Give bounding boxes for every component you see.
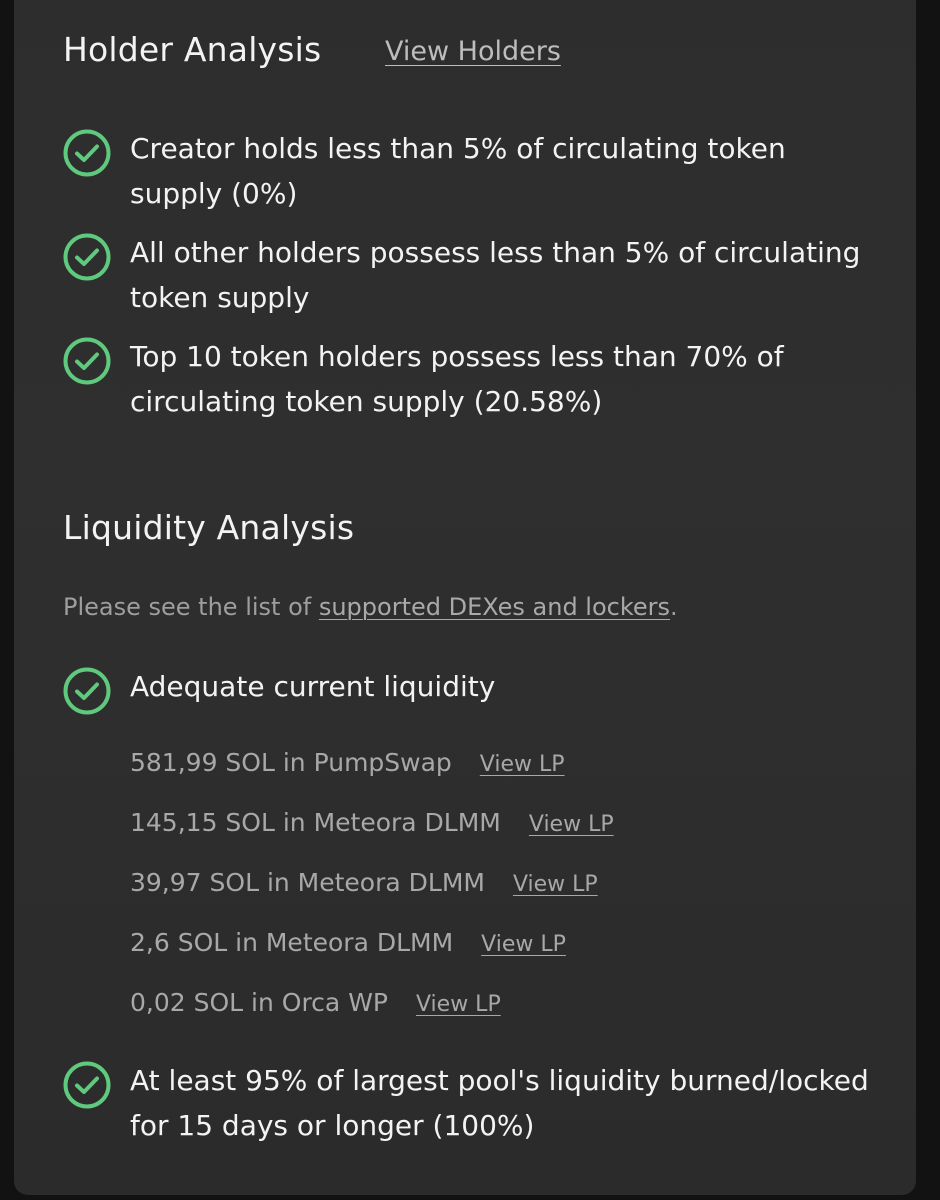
pool-text: 2,6 SOL in Meteora DLMM [130, 928, 454, 957]
check-text: At least 95% of largest pool's liquidity… [130, 1064, 869, 1142]
view-lp-link[interactable]: View LP [481, 932, 566, 957]
check-circle-icon [63, 1061, 111, 1109]
view-lp-link[interactable]: View LP [416, 992, 501, 1017]
check-circle-icon [63, 233, 111, 281]
holder-analysis-title: Holder Analysis [63, 30, 322, 69]
pool-text: 145,15 SOL in Meteora DLMM [130, 808, 501, 837]
pool-text: 581,99 SOL in PumpSwap [130, 748, 452, 777]
pool-text: 0,02 SOL in Orca WP [130, 988, 388, 1017]
view-lp-link[interactable]: View LP [513, 872, 598, 897]
check-text: Top 10 token holders possess less than 7… [130, 340, 784, 418]
pool-item: 581,99 SOL in PumpSwap View LP [130, 748, 565, 777]
view-lp-link[interactable]: View LP [529, 812, 614, 837]
check-circle-icon [63, 337, 111, 385]
pool-text: 39,97 SOL in Meteora DLMM [130, 868, 485, 897]
view-lp-link[interactable]: View LP [480, 752, 565, 777]
note-prefix: Please see the list of [63, 593, 319, 621]
pool-item: 0,02 SOL in Orca WP View LP [130, 988, 501, 1017]
check-text: Adequate current liquidity [130, 670, 496, 703]
supported-dexes-link[interactable]: supported DEXes and lockers [319, 593, 670, 621]
note-suffix: . [670, 593, 678, 621]
supported-dexes-note: Please see the list of supported DEXes a… [63, 593, 678, 621]
check-circle-icon [63, 667, 111, 715]
view-holders-link[interactable]: View Holders [385, 36, 561, 67]
pool-item: 39,97 SOL in Meteora DLMM View LP [130, 868, 598, 897]
check-circle-icon [63, 129, 111, 177]
check-text: Creator holds less than 5% of circulatin… [130, 132, 786, 210]
pool-item: 145,15 SOL in Meteora DLMM View LP [130, 808, 614, 837]
check-text: All other holders possess less than 5% o… [130, 236, 861, 314]
pool-item: 2,6 SOL in Meteora DLMM View LP [130, 928, 566, 957]
liquidity-analysis-title: Liquidity Analysis [63, 508, 355, 547]
